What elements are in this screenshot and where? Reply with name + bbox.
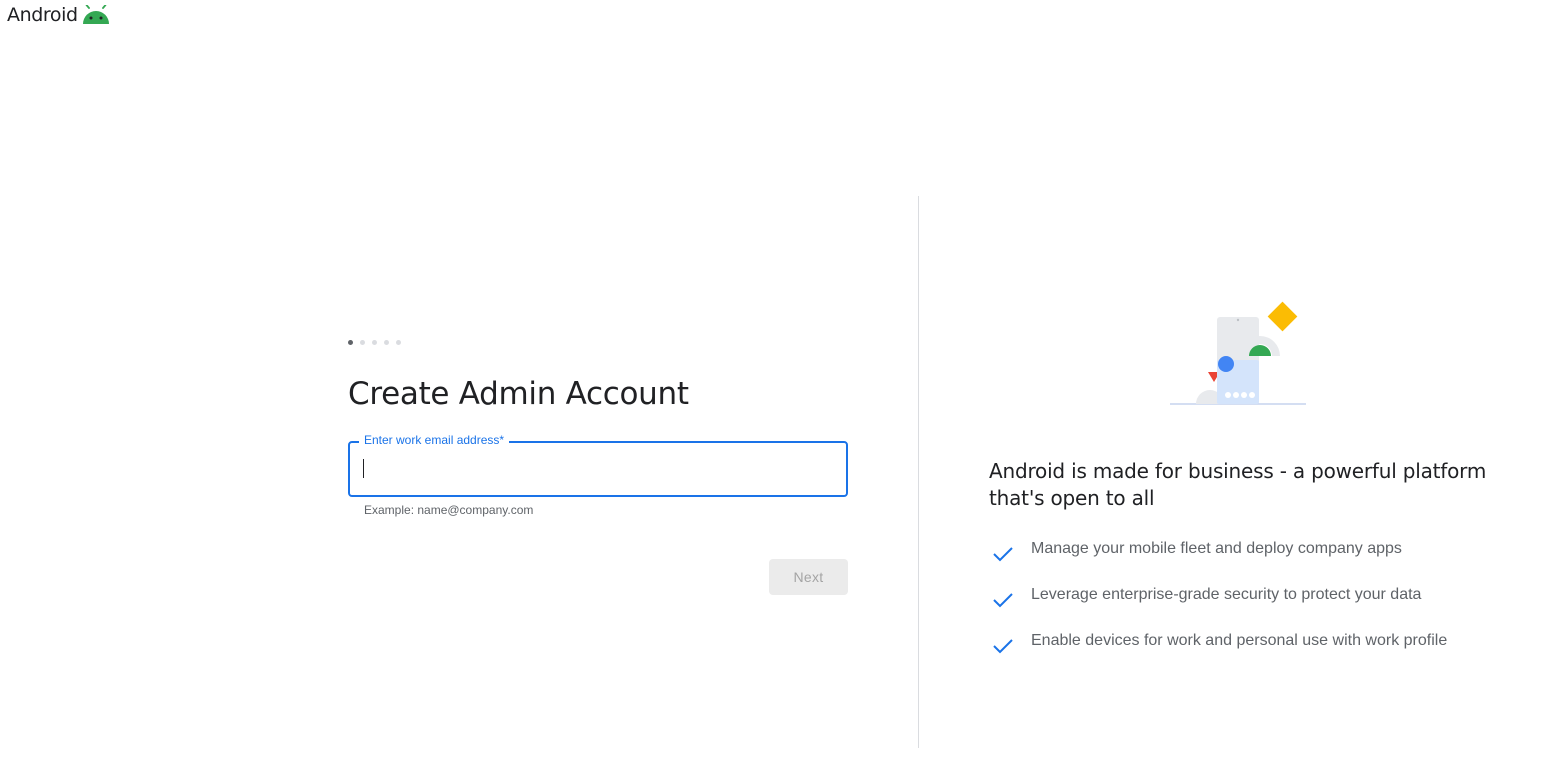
step-dot-1 (348, 340, 353, 345)
feature-item: Leverage enterprise-grade security to pr… (989, 584, 1447, 630)
step-dot-4 (384, 340, 389, 345)
feature-text: Manage your mobile fleet and deploy comp… (1031, 540, 1402, 557)
check-icon (993, 639, 1013, 654)
page: Android Create Admin Account Enter work … (0, 0, 1546, 762)
check-icon (993, 593, 1013, 608)
step-dot-3 (372, 340, 377, 345)
feature-list: Manage your mobile fleet and deploy comp… (989, 538, 1447, 676)
email-field[interactable]: Enter work email address* (348, 433, 848, 497)
email-helper-text: Example: name@company.com (364, 503, 534, 517)
step-dot-5 (396, 340, 401, 345)
logo-text: Android (7, 4, 78, 26)
text-cursor (363, 459, 364, 478)
create-admin-form: Create Admin Account Enter work email ad… (348, 340, 848, 595)
next-button[interactable]: Next (769, 559, 848, 595)
progress-stepper (348, 340, 848, 345)
email-input[interactable] (362, 455, 826, 481)
feature-item: Manage your mobile fleet and deploy comp… (989, 538, 1447, 584)
check-icon (993, 547, 1013, 562)
promo-title: Android is made for business - a powerfu… (989, 459, 1487, 510)
android-logo[interactable]: Android (7, 4, 110, 26)
android-bot-icon (82, 5, 110, 25)
email-field-label: Enter work email address* (359, 433, 510, 447)
feature-item: Enable devices for work and personal use… (989, 630, 1447, 676)
step-dot-2 (360, 340, 365, 345)
feature-text: Enable devices for work and personal use… (1031, 632, 1448, 649)
feature-text: Leverage enterprise-grade security to pr… (1031, 586, 1422, 603)
vertical-divider (918, 196, 919, 748)
business-illustration (1168, 300, 1308, 410)
form-actions: Next (348, 559, 848, 595)
page-title: Create Admin Account (348, 376, 689, 412)
